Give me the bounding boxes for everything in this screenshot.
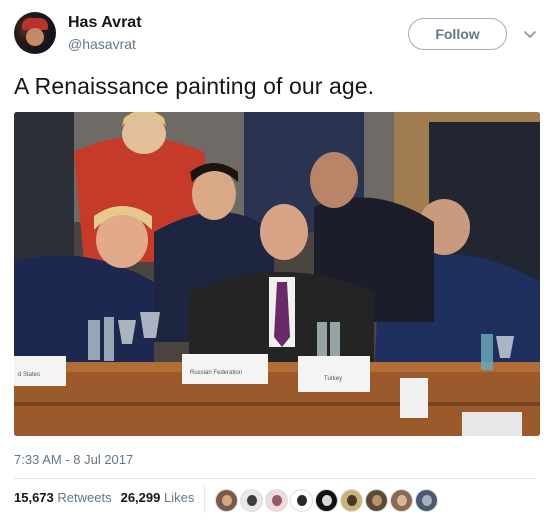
liker-avatar[interactable]	[215, 489, 238, 512]
liker-avatar[interactable]	[340, 489, 363, 512]
likes-label: Likes	[163, 490, 195, 505]
liker-avatar[interactable]	[415, 489, 438, 512]
liker-avatar[interactable]	[290, 489, 313, 512]
likes-count: 26,299	[120, 490, 161, 505]
liker-avatar[interactable]	[365, 489, 388, 512]
tweet-header: Has Avrat @hasavrat Follow	[0, 0, 550, 60]
liker-avatar[interactable]	[315, 489, 338, 512]
tweet-photo[interactable]: d States Russian Federation Turkey	[14, 112, 540, 436]
placard-russian-federation: Russian Federation	[190, 370, 242, 376]
tweet-timestamp[interactable]: 7:33 AM - 8 Jul 2017	[14, 452, 133, 467]
divider	[14, 478, 536, 479]
liker-avatar[interactable]	[240, 489, 263, 512]
liker-avatar[interactable]	[390, 489, 413, 512]
display-name[interactable]: Has Avrat	[68, 14, 142, 32]
likes-stat[interactable]: 26,299 Likes	[121, 490, 195, 505]
retweets-stat[interactable]: 15,673 Retweets	[14, 490, 112, 505]
liker-avatar[interactable]	[265, 489, 288, 512]
photo-illustration: d States Russian Federation Turkey	[14, 112, 540, 436]
liker-avatars	[215, 489, 438, 512]
avatar[interactable]	[14, 12, 56, 54]
chevron-down-icon[interactable]	[522, 26, 538, 42]
placard-turkey: Turkey	[324, 376, 342, 382]
retweets-label: Retweets	[57, 490, 112, 505]
placard-united-states: d States	[18, 372, 40, 378]
retweets-count: 15,673	[14, 490, 54, 505]
tweet-text: A Renaissance painting of our age.	[14, 73, 375, 99]
stats-separator	[204, 485, 205, 513]
tweet-stats: 15,673 Retweets 26,299 Likes	[14, 490, 194, 505]
follow-button[interactable]: Follow	[408, 18, 507, 50]
user-handle[interactable]: @hasavrat	[68, 36, 136, 52]
